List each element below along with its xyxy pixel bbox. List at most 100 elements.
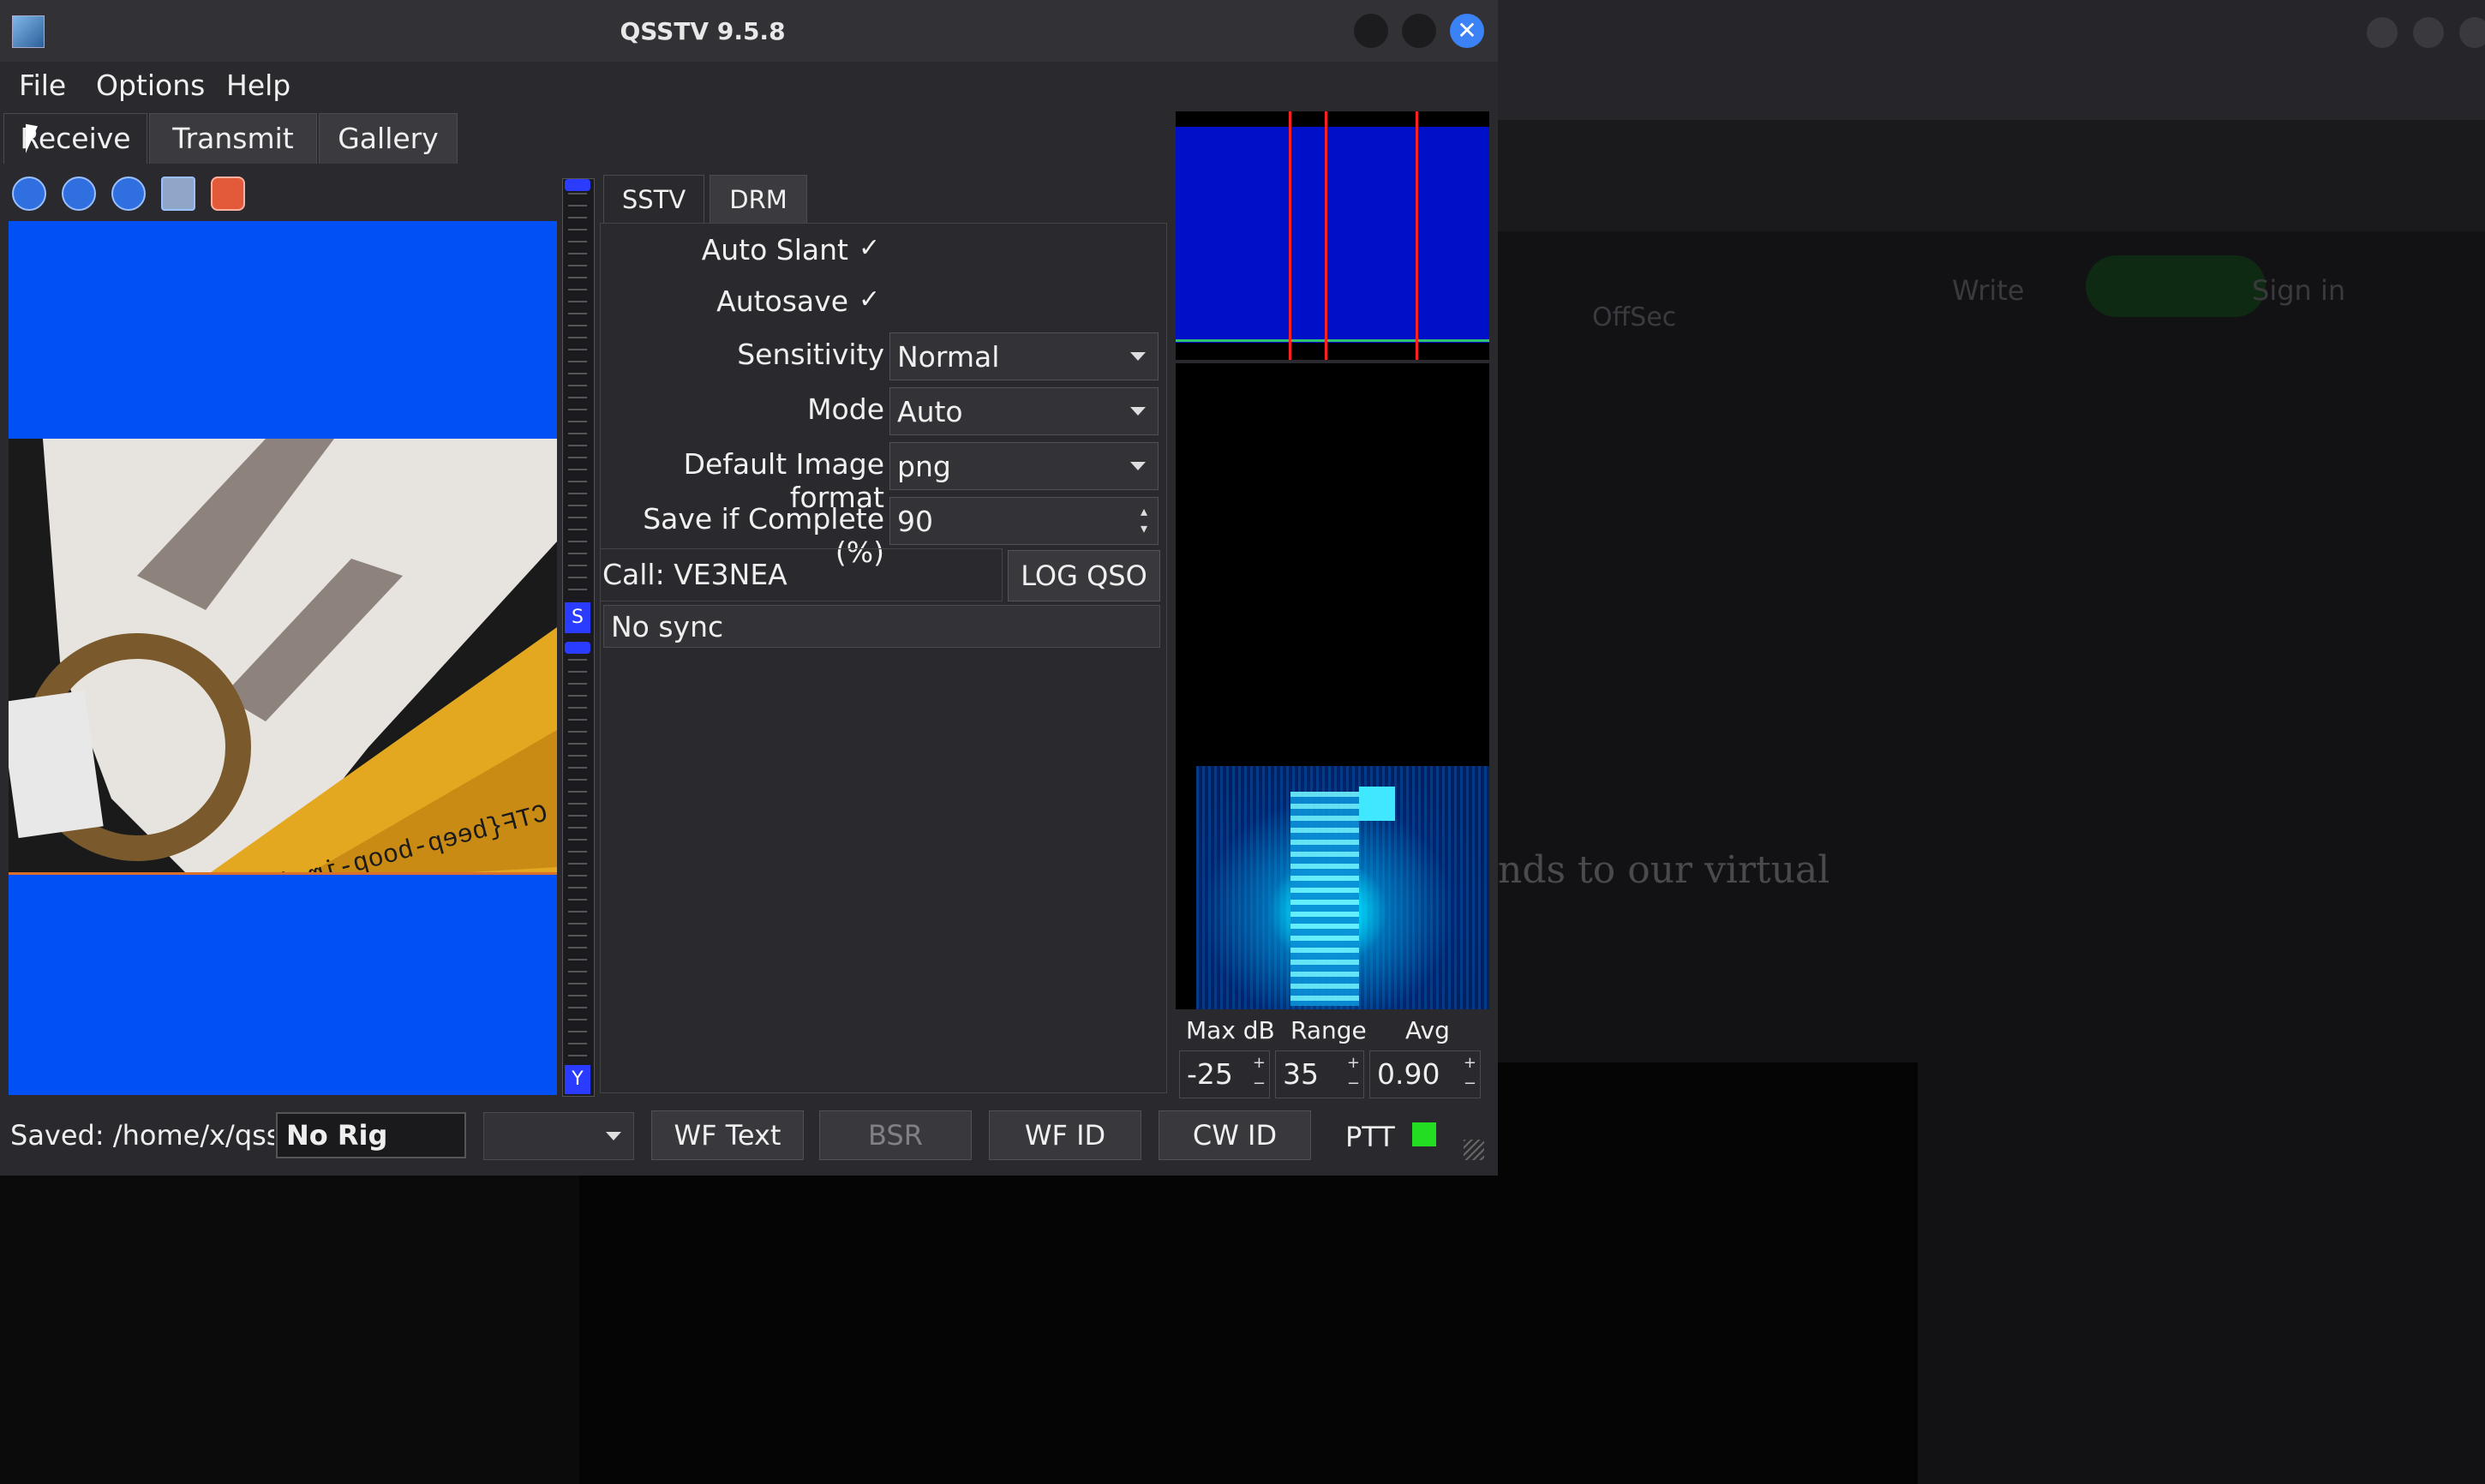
cw-id-button[interactable]: CW ID bbox=[1159, 1110, 1311, 1160]
slider-ticks-lower bbox=[568, 659, 587, 1062]
sensitivity-value: Normal bbox=[897, 340, 1000, 374]
slider-handle-mid[interactable] bbox=[565, 642, 590, 654]
avg-value: 0.90 bbox=[1377, 1057, 1440, 1091]
bg-write-link[interactable]: Write bbox=[1952, 274, 2024, 307]
bsr-button[interactable]: BSR bbox=[819, 1110, 972, 1160]
bg-signup-button[interactable] bbox=[2086, 255, 2266, 317]
wf-id-button[interactable]: WF ID bbox=[989, 1110, 1141, 1160]
tab-transmit[interactable]: Transmit bbox=[149, 113, 317, 164]
mode-select[interactable]: Auto bbox=[889, 387, 1159, 435]
bg-toolbar: OffSec bbox=[1498, 120, 2485, 332]
chevron-down-icon bbox=[1130, 352, 1146, 361]
status-bar: Saved: /home/x/qsstv No Rig WF Text BSR … bbox=[0, 1105, 1498, 1167]
bg-dark-block bbox=[1498, 1062, 1918, 1484]
resync-icon[interactable] bbox=[111, 177, 146, 211]
sync-slider[interactable]: S Y bbox=[562, 178, 595, 1097]
freq-marker-1 bbox=[1289, 111, 1291, 360]
avg-label: Avg bbox=[1405, 1016, 1450, 1044]
call-field[interactable]: Call: VE3NEA bbox=[600, 548, 1003, 601]
spin-arrows-icon[interactable]: + − bbox=[1347, 1053, 1360, 1094]
auto-slant-label: Auto Slant bbox=[701, 233, 848, 266]
saved-path-text: Saved: /home/x/qsstv bbox=[10, 1119, 274, 1152]
bg-titlebar bbox=[1498, 0, 2485, 120]
mode-label: Mode bbox=[807, 392, 884, 426]
bg-minimize-button[interactable] bbox=[2367, 17, 2398, 48]
waterfall-sstv-trace bbox=[1290, 792, 1359, 1006]
stop-icon[interactable] bbox=[62, 177, 96, 211]
maximize-button[interactable] bbox=[1402, 14, 1436, 48]
autosave-checkbox[interactable]: ✓ bbox=[859, 284, 880, 314]
bg-signin-link[interactable]: Sign in bbox=[2252, 274, 2345, 307]
menu-bar: File Options Help bbox=[0, 62, 1498, 110]
slider-handle-top[interactable] bbox=[565, 179, 590, 191]
range-spinbox[interactable]: 35 + − bbox=[1275, 1050, 1364, 1098]
freq-marker-2 bbox=[1325, 111, 1327, 360]
waterfall-signal bbox=[1196, 766, 1489, 1009]
image-format-value: png bbox=[897, 450, 951, 483]
window-title: QSSTV 9.5.8 bbox=[620, 17, 786, 45]
image-format-select[interactable]: png bbox=[889, 442, 1159, 490]
tab-gallery[interactable]: Gallery bbox=[319, 113, 458, 164]
range-value: 35 bbox=[1283, 1057, 1319, 1091]
chevron-down-icon bbox=[606, 1132, 621, 1140]
slider-label-s: S bbox=[565, 602, 590, 633]
save-complete-value: 90 bbox=[897, 505, 933, 538]
chevron-down-icon bbox=[1130, 462, 1146, 470]
sync-status: No sync bbox=[603, 605, 1160, 648]
wf-text-button[interactable]: WF Text bbox=[651, 1110, 804, 1160]
bg-close-button[interactable] bbox=[2459, 17, 2485, 48]
auto-slant-checkbox[interactable]: ✓ bbox=[859, 233, 880, 263]
waterfall-controls: Max dB Range Avg -25 + − 35 + − 0.90 + − bbox=[1176, 1011, 1489, 1105]
slider-label-y: Y bbox=[565, 1065, 590, 1094]
resize-grip-icon[interactable] bbox=[1464, 1140, 1484, 1160]
maxdb-spinbox[interactable]: -25 + − bbox=[1179, 1050, 1270, 1098]
background-browser-window: OffSec Write Sign in nds to our virtual bbox=[1498, 0, 2485, 1484]
mode-value: Auto bbox=[897, 395, 963, 428]
mouse-cursor-icon bbox=[26, 123, 38, 156]
image-toolbar bbox=[9, 177, 557, 214]
qsstv-window: QSSTV 9.5.8 ✕ File Options Help Receive … bbox=[0, 0, 1498, 1176]
maxdb-value: -25 bbox=[1187, 1057, 1233, 1091]
log-qso-button[interactable]: LOG QSO bbox=[1008, 550, 1160, 601]
erase-icon[interactable] bbox=[211, 177, 245, 211]
menu-file[interactable]: File bbox=[19, 69, 66, 102]
autosave-label: Autosave bbox=[716, 284, 848, 318]
waterfall-display[interactable] bbox=[1176, 363, 1489, 1009]
tab-drm[interactable]: DRM bbox=[710, 175, 807, 224]
bg-maximize-button[interactable] bbox=[2413, 17, 2444, 48]
chevron-down-icon bbox=[1130, 407, 1146, 416]
save-complete-spinbox[interactable]: 90 ▴ ▾ bbox=[889, 497, 1159, 545]
sensitivity-select[interactable]: Normal bbox=[889, 332, 1159, 380]
rig-field: No Rig bbox=[276, 1112, 466, 1158]
bg-article-text: nds to our virtual bbox=[1498, 848, 1830, 892]
spin-arrows-icon[interactable]: ▴ ▾ bbox=[1135, 503, 1153, 541]
slider-ticks-upper bbox=[568, 193, 587, 599]
tab-sstv[interactable]: SSTV bbox=[603, 175, 704, 224]
range-label: Range bbox=[1290, 1016, 1367, 1044]
spectrum-fill bbox=[1176, 127, 1489, 343]
avg-spinbox[interactable]: 0.90 + − bbox=[1369, 1050, 1481, 1098]
minimize-button[interactable] bbox=[1354, 14, 1388, 48]
received-image: CTF{beep-boop-im-in-space} bbox=[9, 221, 557, 1095]
spin-arrows-icon[interactable]: + − bbox=[1253, 1053, 1266, 1094]
spectrum-baseline bbox=[1176, 339, 1489, 342]
sensitivity-label: Sensitivity bbox=[737, 338, 884, 371]
menu-help[interactable]: Help bbox=[226, 69, 290, 102]
ptt-label: PTT bbox=[1345, 1121, 1395, 1153]
maxdb-label: Max dB bbox=[1186, 1016, 1275, 1044]
waterfall-sync-burst bbox=[1359, 787, 1395, 821]
close-icon: ✕ bbox=[1457, 16, 1477, 45]
menu-options[interactable]: Options bbox=[96, 69, 205, 102]
bg-lower-panel bbox=[579, 1176, 1498, 1484]
spectrum-display[interactable] bbox=[1176, 111, 1489, 360]
close-button[interactable]: ✕ bbox=[1450, 14, 1484, 48]
bg-tab-label[interactable]: OffSec bbox=[1592, 302, 1676, 332]
ptt-indicator bbox=[1412, 1122, 1436, 1146]
rig-select[interactable] bbox=[483, 1112, 634, 1160]
image-blank-area bbox=[9, 872, 557, 1095]
save-icon[interactable] bbox=[161, 177, 195, 211]
spin-arrows-icon[interactable]: + − bbox=[1464, 1053, 1476, 1094]
freq-marker-3 bbox=[1416, 111, 1418, 360]
title-bar[interactable]: QSSTV 9.5.8 ✕ bbox=[0, 0, 1498, 62]
start-icon[interactable] bbox=[12, 177, 46, 211]
